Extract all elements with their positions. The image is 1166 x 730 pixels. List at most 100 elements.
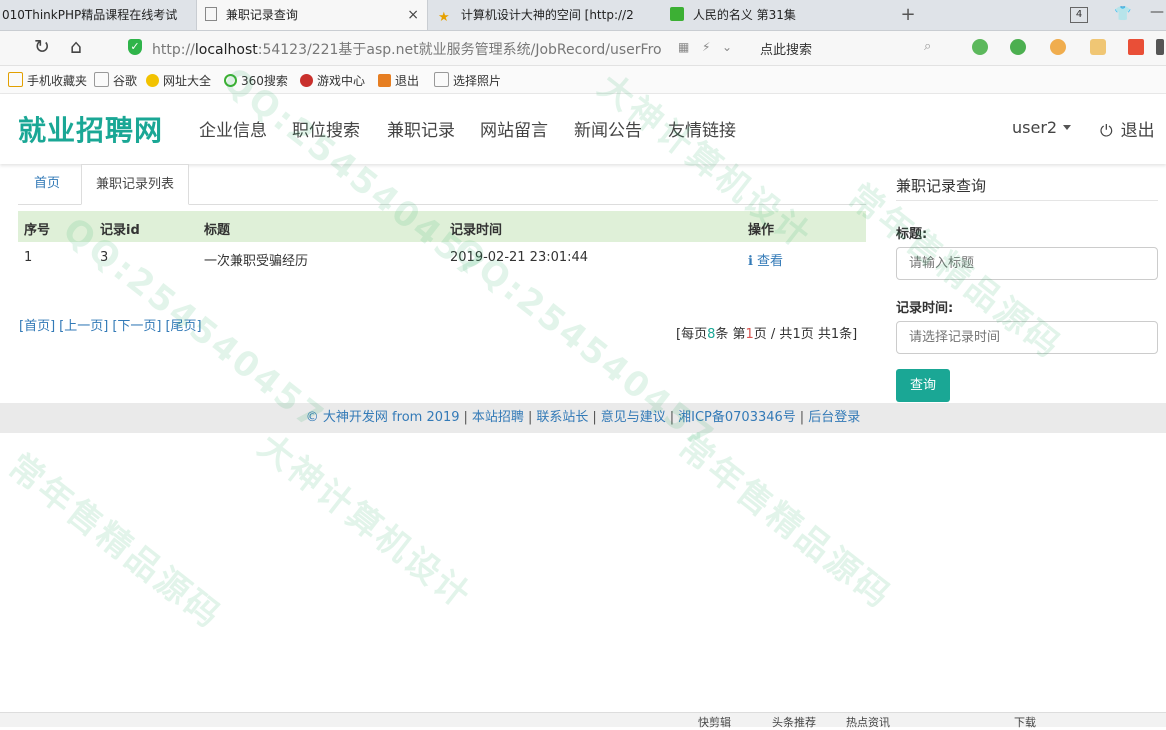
table-row: 1 3 一次兼职受骗经历 2019-02-21 23:01:44 ℹ 查看 <box>18 242 866 273</box>
time-input[interactable] <box>896 321 1158 354</box>
bookmark-games[interactable]: 游戏中心 <box>300 72 365 89</box>
page-icon <box>205 7 217 21</box>
pager-first[interactable]: [首页] <box>19 319 55 334</box>
site-header: 就业招聘网 企业信息 职位搜索 兼职记录 网站留言 新闻公告 友情链接 user… <box>0 94 1166 164</box>
tab-label: 兼职记录查询 <box>225 8 298 22</box>
new-tab-button[interactable]: + <box>898 0 918 30</box>
watermark-text: 大神计算机设计 <box>250 426 480 618</box>
lightning-icon[interactable]: ⚡ <box>702 40 710 54</box>
footer-copyright[interactable]: © 大神开发网 from 2019 <box>306 410 460 425</box>
nav-friend-links[interactable]: 友情链接 <box>668 116 736 141</box>
browser-tab-job-record[interactable]: 兼职记录查询 × <box>196 0 428 30</box>
tab-label: 计算机设计大神的空间 [http://2 <box>460 8 634 22</box>
nav-company-info[interactable]: 企业信息 <box>199 116 267 141</box>
status-quick-clip[interactable]: 快剪辑 <box>698 714 731 730</box>
qr-icon[interactable]: ▦ <box>678 40 689 54</box>
tab-count-badge[interactable]: 4 <box>1070 7 1088 23</box>
time-label: 记录时间: <box>896 301 954 316</box>
record-table: 序号 记录id 标题 记录时间 操作 1 3 一次兼职受骗经历 2019-02-… <box>18 211 866 273</box>
footer-feedback[interactable]: 意见与建议 <box>601 410 666 425</box>
bookmark-choose-photo[interactable]: 选择照片 <box>434 72 501 89</box>
shield-icon: ✓ <box>128 39 142 55</box>
watermark-text: 常年售精品源码 <box>670 426 900 618</box>
browser-status-bar: 快剪辑 头条推荐 热点资讯 下载 <box>0 712 1166 730</box>
cell-no: 1 <box>24 250 33 265</box>
tab-label: 人民的名义 第31集 <box>692 8 796 22</box>
bookmark-mobile[interactable]: 手机收藏夹 <box>8 72 87 89</box>
apps-icon[interactable] <box>1128 39 1144 55</box>
power-icon: ⏻ <box>1100 121 1113 140</box>
scissors-icon[interactable] <box>972 39 988 55</box>
nav-job-search[interactable]: 职位搜索 <box>292 116 360 141</box>
close-icon[interactable]: × <box>407 0 419 30</box>
browser-nav-bar: ↻ ⌂ ✓ http://localhost:54123/221基于asp.ne… <box>0 31 1166 66</box>
pager-prev[interactable]: [上一页] <box>59 319 108 334</box>
tab-home[interactable]: 首页 <box>20 164 74 204</box>
reload-icon[interactable]: ↻ <box>34 36 50 58</box>
divider <box>896 200 1158 201</box>
chevron-down-icon[interactable]: ⌄ <box>722 40 732 54</box>
logout-label: 退出 <box>1120 121 1155 141</box>
view-link[interactable]: ℹ 查看 <box>748 250 783 269</box>
search-icon[interactable]: ⌕ <box>924 39 931 54</box>
header-record-id: 记录id <box>100 223 140 238</box>
star-icon: ★ <box>438 10 450 25</box>
status-hot-news[interactable]: 热点资讯 <box>846 714 890 730</box>
cell-record-id: 3 <box>100 250 109 265</box>
title-label: 标题: <box>896 227 928 242</box>
header-title: 标题 <box>204 223 231 238</box>
footer-admin-login[interactable]: 后台登录 <box>808 410 860 425</box>
nav-part-time-record[interactable]: 兼职记录 <box>387 116 455 141</box>
coin-icon[interactable] <box>1050 39 1066 55</box>
browser-tab-renmin[interactable]: 人民的名义 第31集 <box>662 0 888 30</box>
home-icon[interactable]: ⌂ <box>70 36 82 58</box>
nav-news[interactable]: 新闻公告 <box>574 116 642 141</box>
header-time: 记录时间 <box>450 223 503 238</box>
bookmark-360[interactable]: 360搜索 <box>224 72 288 89</box>
query-button[interactable]: 查询 <box>896 369 950 402</box>
search-panel-title: 兼职记录查询 <box>896 177 987 195</box>
table-header: 序号 记录id 标题 记录时间 操作 <box>18 211 866 242</box>
bookmark-google[interactable]: 谷歌 <box>94 72 137 89</box>
bookmark-logout[interactable]: 退出 <box>378 72 419 89</box>
user-dropdown[interactable]: user2 <box>1012 118 1072 137</box>
header-no: 序号 <box>24 223 51 238</box>
address-bar[interactable]: ✓ http://localhost:54123/221基于asp.net就业服… <box>118 35 948 61</box>
header-action: 操作 <box>748 223 775 238</box>
skin-icon[interactable]: 👕 <box>1114 6 1131 22</box>
status-download[interactable]: 下载 <box>1014 714 1036 730</box>
bookmarks-bar: 手机收藏夹 谷歌 网址大全 360搜索 游戏中心 退出 选择照片 <box>0 66 1166 94</box>
pager-last[interactable]: [尾页] <box>165 319 201 334</box>
caret-down-icon <box>1063 125 1072 130</box>
minimize-icon[interactable]: — <box>1150 4 1164 20</box>
info-icon: ℹ <box>748 254 753 269</box>
pager-next[interactable]: [下一页] <box>112 319 161 334</box>
content-tabs: 首页 兼职记录列表 <box>18 164 866 205</box>
cell-time: 2019-02-21 23:01:44 <box>450 250 589 265</box>
bookmark-site-nav[interactable]: 网址大全 <box>146 72 211 89</box>
footer-recruit[interactable]: 本站招聘 <box>472 410 524 425</box>
menu-icon[interactable] <box>1156 39 1164 55</box>
tab-part-time-list[interactable]: 兼职记录列表 <box>81 164 190 205</box>
footer-icp[interactable]: 湘ICP备0703346号 <box>678 410 796 425</box>
logout-button[interactable]: ⏻ 退出 <box>1100 116 1155 141</box>
browser-tab-designer-space[interactable]: ★ 计算机设计大神的空间 [http://2 <box>430 0 656 30</box>
browser-tab-bar: 010ThinkPHP精品课程在线考试 兼职记录查询 × ★ 计算机设计大神的空… <box>0 0 1166 31</box>
title-input[interactable] <box>896 247 1158 280</box>
pager: [首页] [上一页] [下一页] [尾页] <box>19 315 206 334</box>
site-logo[interactable]: 就业招聘网 <box>18 109 163 149</box>
iqiyi-icon <box>670 7 684 21</box>
cell-title: 一次兼职受骗经历 <box>204 254 309 269</box>
status-headlines[interactable]: 头条推荐 <box>772 714 816 730</box>
tab-label: 010ThinkPHP精品课程在线考试 <box>2 8 178 22</box>
watermark-text: 常年售精品源码 <box>0 446 230 638</box>
browser-tab-thinkphp[interactable]: 010ThinkPHP精品课程在线考试 <box>0 0 196 30</box>
page-info: [每页8条 第1页 / 共1页 共1条] <box>676 327 858 342</box>
nav-message-board[interactable]: 网站留言 <box>480 116 548 141</box>
translate-icon[interactable] <box>1010 39 1026 55</box>
emoji-icon[interactable] <box>1090 39 1106 55</box>
username: user2 <box>1012 118 1058 137</box>
search-here-link[interactable]: 点此搜索 <box>760 39 812 58</box>
footer-contact[interactable]: 联系站长 <box>536 410 588 425</box>
url-text[interactable]: http://localhost:54123/221基于asp.net就业服务管… <box>152 39 662 59</box>
